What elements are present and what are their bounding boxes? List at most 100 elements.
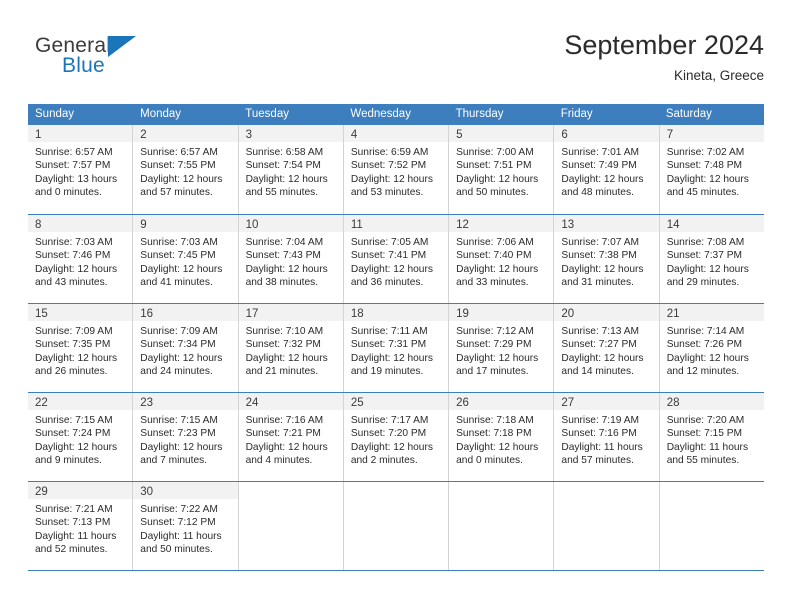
- calendar-day-cell[interactable]: 5 Sunrise: 7:00 AM Sunset: 7:51 PM Daylight…: [449, 125, 555, 214]
- daylight-duration-line-1: Daylight: 12 hours: [456, 263, 539, 275]
- sunset-time: Sunset: 7:45 PM: [140, 250, 216, 262]
- day-info: Sunrise: 7:14 AM Sunset: 7:26 PM Daylight:…: [660, 321, 764, 379]
- day-number: 13: [561, 219, 575, 231]
- calendar-day-cell[interactable]: 24 Sunrise: 7:16 AM Sunset: 7:21 PM Dayligh…: [238, 393, 344, 481]
- general-blue-logo[interactable]: General Blue: [28, 32, 228, 90]
- calendar-day-cell[interactable]: 12 Sunrise: 7:06 AM Sunset: 7:40 PM Dayligh…: [449, 215, 555, 303]
- weekday-header-row: Sunday Monday Tuesday Wednesday Thursday Frid…: [28, 104, 764, 125]
- daylight-duration-line-2: and 0 minutes.: [35, 187, 102, 199]
- calendar-day-cell[interactable]: 7 Sunrise: 7:02 AM Sunset: 7:48 PM Daylight…: [659, 125, 764, 214]
- calendar-day-cell[interactable]: 29 Sunrise: 7:21 AM Sunset: 7:13 PM Dayligh…: [28, 482, 134, 570]
- day-number-band: 3: [238, 125, 343, 142]
- day-number-band: 26: [449, 393, 554, 410]
- day-number-band: 28: [659, 393, 764, 410]
- day-info: Sunrise: 6:57 AM Sunset: 7:57 PM Daylight:…: [28, 142, 132, 200]
- daylight-duration-line-1: Daylight: 13 hours: [35, 173, 118, 185]
- day-number: 18: [350, 308, 364, 320]
- day-number-band: 23: [133, 393, 238, 410]
- calendar-day-cell[interactable]: 2 Sunrise: 6:57 AM Sunset: 7:55 PM Daylight…: [133, 125, 239, 214]
- day-info: Sunrise: 7:16 AM Sunset: 7:21 PM Daylight:…: [239, 410, 343, 468]
- calendar-day-cell[interactable]: 14 Sunrise: 7:08 AM Sunset: 7:37 PM Dayligh…: [659, 215, 764, 303]
- day-info: [660, 499, 764, 503]
- sunrise-time: Sunrise: 7:06 AM: [456, 237, 534, 248]
- sunrise-time: Sunrise: 7:02 AM: [666, 147, 745, 158]
- day-number-band: [449, 482, 553, 499]
- day-info: Sunrise: 7:19 AM Sunset: 7:16 PM Daylight:…: [554, 410, 658, 468]
- daylight-duration-line-2: and 7 minutes.: [140, 455, 208, 467]
- daylight-duration-line-1: Daylight: 12 hours: [561, 173, 644, 185]
- page-title: September 2024: [564, 30, 764, 60]
- calendar-day-cell[interactable]: 18 Sunrise: 7:11 AM Sunset: 7:31 PM Dayligh…: [343, 304, 450, 392]
- day-number-band: 1: [28, 125, 133, 142]
- sunrise-time: Sunrise: 7:09 AM: [140, 326, 218, 337]
- sunset-time: Sunset: 7:40 PM: [456, 250, 532, 262]
- calendar-day-cell[interactable]: 16 Sunrise: 7:09 AM Sunset: 7:34 PM Dayligh…: [133, 304, 239, 392]
- daylight-duration-line-1: Daylight: 12 hours: [140, 173, 223, 185]
- calendar-day-cell[interactable]: 11 Sunrise: 7:05 AM Sunset: 7:41 PM Dayligh…: [343, 215, 450, 303]
- day-info: Sunrise: 7:13 AM Sunset: 7:27 PM Daylight:…: [554, 321, 658, 379]
- calendar-day-cell[interactable]: 27 Sunrise: 7:19 AM Sunset: 7:16 PM Dayligh…: [554, 393, 660, 481]
- sunrise-time: Sunrise: 7:14 AM: [666, 326, 745, 337]
- sunrise-time: Sunrise: 7:07 AM: [561, 237, 639, 248]
- calendar-day-cell[interactable]: 25 Sunrise: 7:17 AM Sunset: 7:20 PM Dayligh…: [343, 393, 450, 481]
- daylight-duration-line-2: and 55 minutes.: [666, 455, 740, 467]
- daylight-duration-line-2: and 12 minutes.: [666, 366, 740, 378]
- calendar-day-cell[interactable]: 28 Sunrise: 7:20 AM Sunset: 7:15 PM Dayligh…: [659, 393, 764, 481]
- day-number-band: 24: [238, 393, 343, 410]
- calendar-day-cell[interactable]: 17 Sunrise: 7:10 AM Sunset: 7:32 PM Dayligh…: [238, 304, 344, 392]
- calendar-day-cell[interactable]: 30 Sunrise: 7:22 AM Sunset: 7:12 PM Dayligh…: [133, 482, 239, 570]
- day-number-band: 12: [449, 215, 554, 232]
- calendar-page: General Blue September 2024 Kineta, Gree…: [0, 0, 792, 612]
- day-number-band: 22: [28, 393, 133, 410]
- calendar-day-cell[interactable]: 8 Sunrise: 7:03 AM Sunset: 7:46 PM Daylight…: [28, 215, 134, 303]
- sunset-time: Sunset: 7:20 PM: [350, 428, 427, 440]
- calendar-day-cell[interactable]: 4 Sunrise: 6:59 AM Sunset: 7:52 PM Daylight…: [343, 125, 450, 214]
- daylight-duration-line-2: and 33 minutes.: [456, 277, 529, 289]
- daylight-duration-line-1: Daylight: 12 hours: [350, 173, 433, 185]
- day-number-band: 6: [554, 125, 659, 142]
- day-info: Sunrise: 6:58 AM Sunset: 7:54 PM Daylight:…: [239, 142, 343, 200]
- daylight-duration-line-1: Daylight: 12 hours: [666, 352, 749, 364]
- daylight-duration-line-1: Daylight: 12 hours: [456, 352, 539, 364]
- day-number-band: 10: [238, 215, 343, 232]
- calendar-week-row: 22 Sunrise: 7:15 AM Sunset: 7:24 PM Dayligh…: [28, 392, 764, 481]
- day-number-band: 29: [28, 482, 133, 499]
- calendar-day-cell[interactable]: 6 Sunrise: 7:01 AM Sunset: 7:49 PM Daylight…: [554, 125, 660, 214]
- calendar-day-cell[interactable]: 10 Sunrise: 7:04 AM Sunset: 7:43 PM Dayligh…: [238, 215, 344, 303]
- daylight-duration-line-1: Daylight: 12 hours: [245, 173, 328, 185]
- calendar-day-cell[interactable]: 23 Sunrise: 7:15 AM Sunset: 7:23 PM Dayligh…: [133, 393, 239, 481]
- day-info: Sunrise: 7:20 AM Sunset: 7:15 PM Daylight:…: [660, 410, 764, 468]
- calendar-day-cell[interactable]: 3 Sunrise: 6:58 AM Sunset: 7:54 PM Daylight…: [238, 125, 344, 214]
- daylight-duration-line-2: and 29 minutes.: [666, 277, 740, 289]
- sunset-time: Sunset: 7:13 PM: [35, 517, 111, 529]
- daylight-duration-line-1: Daylight: 12 hours: [456, 441, 539, 453]
- day-number: 27: [561, 397, 575, 409]
- calendar-day-cell[interactable]: 13 Sunrise: 7:07 AM Sunset: 7:38 PM Dayligh…: [554, 215, 660, 303]
- day-number: 5: [456, 129, 463, 141]
- day-number-band: 25: [343, 393, 449, 410]
- weekday-header-tuesday: Tuesday: [245, 108, 289, 120]
- daylight-duration-line-2: and 21 minutes.: [245, 366, 319, 378]
- day-number: 3: [245, 129, 252, 141]
- sunrise-time: Sunrise: 6:59 AM: [350, 147, 429, 158]
- calendar-day-cell[interactable]: 20 Sunrise: 7:13 AM Sunset: 7:27 PM Dayligh…: [554, 304, 660, 392]
- sunset-time: Sunset: 7:27 PM: [561, 339, 637, 351]
- day-number-band: [344, 482, 448, 499]
- calendar-day-cell[interactable]: 19 Sunrise: 7:12 AM Sunset: 7:29 PM Dayligh…: [449, 304, 555, 392]
- day-info: Sunrise: 7:12 AM Sunset: 7:29 PM Daylight:…: [449, 321, 553, 379]
- sunrise-time: Sunrise: 7:22 AM: [140, 504, 218, 515]
- calendar-day-cell[interactable]: 1 Sunrise: 6:57 AM Sunset: 7:57 PM Daylight…: [28, 125, 134, 214]
- day-number: 19: [456, 308, 469, 320]
- calendar-day-cell[interactable]: 21 Sunrise: 7:14 AM Sunset: 7:26 PM Dayligh…: [659, 304, 764, 392]
- calendar-day-cell[interactable]: 22 Sunrise: 7:15 AM Sunset: 7:24 PM Dayligh…: [28, 393, 134, 481]
- daylight-duration-line-2: and 57 minutes.: [140, 187, 213, 199]
- sunset-time: Sunset: 7:51 PM: [456, 160, 532, 172]
- sunrise-time: Sunrise: 7:18 AM: [456, 415, 534, 426]
- calendar-day-cell[interactable]: 9 Sunrise: 7:03 AM Sunset: 7:45 PM Daylight…: [133, 215, 239, 303]
- sunrise-time: Sunrise: 7:13 AM: [561, 326, 639, 337]
- sunrise-time: Sunrise: 7:10 AM: [245, 326, 324, 337]
- calendar-week-row: 29 Sunrise: 7:21 AM Sunset: 7:13 PM Dayligh…: [28, 481, 764, 570]
- calendar-day-cell[interactable]: 26 Sunrise: 7:18 AM Sunset: 7:18 PM Dayligh…: [449, 393, 555, 481]
- day-info: Sunrise: 7:09 AM Sunset: 7:34 PM Daylight:…: [133, 321, 237, 379]
- calendar-day-cell[interactable]: 15 Sunrise: 7:09 AM Sunset: 7:35 PM Dayligh…: [28, 304, 134, 392]
